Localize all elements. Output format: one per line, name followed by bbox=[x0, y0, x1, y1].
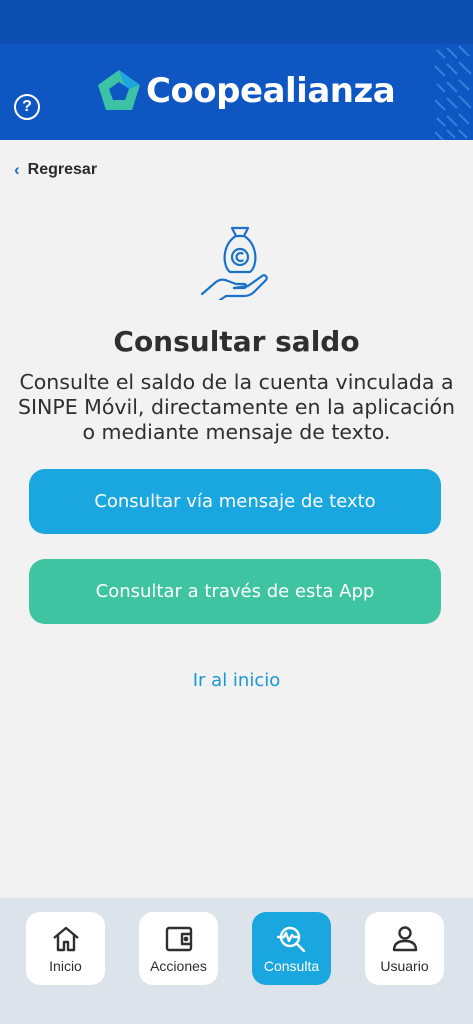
go-home-link[interactable]: Ir al inicio bbox=[0, 670, 473, 691]
wallet-icon bbox=[165, 926, 192, 951]
nav-item-inicio[interactable]: Inicio bbox=[26, 912, 105, 985]
nav-item-consulta[interactable]: Consulta bbox=[252, 912, 331, 985]
home-icon bbox=[52, 926, 79, 951]
chevron-left-icon: ‹ bbox=[14, 160, 20, 179]
nav-label-acciones: Acciones bbox=[150, 957, 207, 974]
sms-query-button[interactable]: Consultar vía mensaje de texto bbox=[29, 469, 441, 534]
bottom-nav: Inicio Acciones Consulta Usuario bbox=[0, 898, 473, 1024]
coopealianza-logo-icon bbox=[98, 70, 140, 110]
status-bar bbox=[0, 0, 473, 44]
nav-item-usuario[interactable]: Usuario bbox=[365, 912, 444, 985]
nav-label-consulta: Consulta bbox=[263, 957, 320, 974]
header-pattern-decoration bbox=[434, 45, 472, 140]
help-button[interactable]: ? bbox=[14, 94, 40, 120]
brand-name: Coopealianza bbox=[146, 71, 396, 111]
back-label: Regresar bbox=[27, 161, 98, 178]
page-description: Consulte el saldo de la cuenta vinculada… bbox=[17, 370, 456, 444]
nav-label-usuario: Usuario bbox=[380, 957, 429, 974]
nav-label-inicio: Inicio bbox=[49, 957, 82, 974]
app-query-button[interactable]: Consultar a través de esta App bbox=[29, 559, 441, 624]
user-icon bbox=[392, 925, 417, 951]
brand-logo: Coopealianza bbox=[96, 66, 396, 116]
back-link[interactable]: ‹ Regresar bbox=[14, 160, 97, 180]
app-header: ? Coopealianza bbox=[0, 44, 473, 140]
page-title: Consultar saldo bbox=[113, 325, 360, 358]
money-bag-hand-icon bbox=[200, 226, 268, 300]
search-pulse-icon bbox=[276, 926, 305, 952]
nav-item-acciones[interactable]: Acciones bbox=[139, 912, 218, 985]
